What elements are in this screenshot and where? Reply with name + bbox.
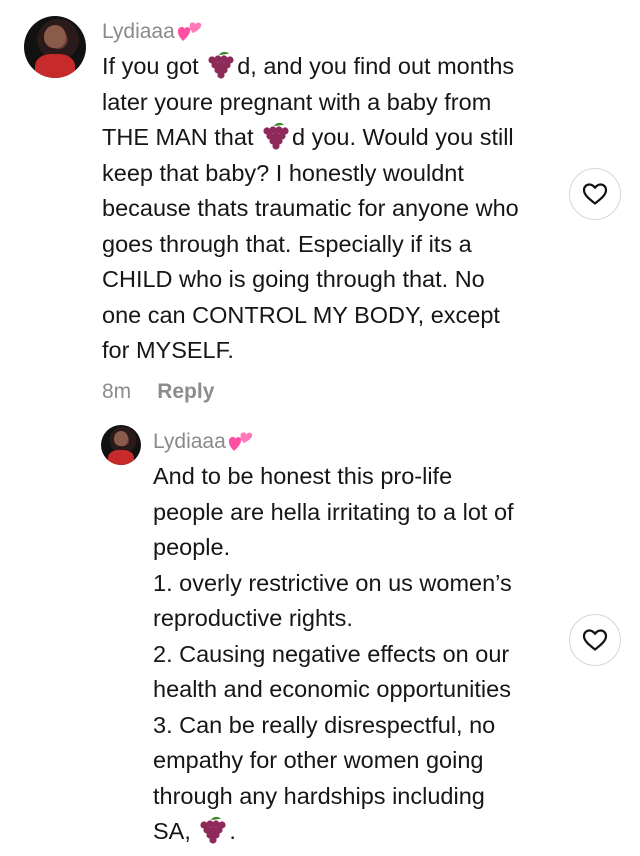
- comment-line: goes through that. Especially if its a: [102, 227, 572, 263]
- reply-body: And to be honest this pro-life people are…: [153, 459, 563, 850]
- grape-emoji: [197, 816, 229, 844]
- comment-line: keep that baby? I honestly wouldnt: [102, 156, 572, 192]
- grape-emoji: [260, 122, 292, 150]
- text-segment: If you got: [102, 53, 206, 79]
- text-segment: for MYSELF.: [102, 337, 234, 363]
- reply-line: empathy for other women going: [153, 743, 563, 779]
- pink-hearts-emoji: [228, 431, 254, 453]
- reply-line: reproductive rights.: [153, 601, 563, 637]
- text-segment: through any hardships including: [153, 782, 485, 809]
- heart-outline-icon: [582, 183, 608, 205]
- like-button[interactable]: [569, 614, 621, 666]
- text-segment: because thats traumatic for anyone who: [102, 195, 519, 221]
- comment-line: for MYSELF.: [102, 333, 572, 369]
- reply-line: health and economic opportunities: [153, 672, 563, 708]
- comment-line: one can CONTROL MY BODY, except: [102, 298, 572, 334]
- comment-body: If you got d, and you find out months lat…: [102, 49, 572, 369]
- text-segment: goes through that. Especially if its a: [102, 230, 472, 257]
- reply-comment: Lydiaaa And to be honest this pro-life pe…: [0, 420, 640, 856]
- pink-hearts-emoji: [177, 21, 203, 43]
- text-segment: empathy for other women going: [153, 747, 484, 773]
- reply-line: people are hella irritating to a lot of: [153, 495, 563, 531]
- text-segment: one can CONTROL MY BODY, except: [102, 301, 500, 328]
- like-button[interactable]: [569, 168, 621, 220]
- reply-line: And to be honest this pro-life: [153, 459, 563, 495]
- comment: Lydiaaa If you got d, and you find out m…: [0, 0, 640, 420]
- text-segment: later youre pregnant with a baby from: [102, 88, 492, 115]
- reply-line: through any hardships including: [153, 779, 563, 815]
- comment-line: If you got d, and you find out months: [102, 49, 572, 85]
- comment-line: because thats traumatic for anyone who: [102, 191, 572, 227]
- heart-outline-icon: [582, 629, 608, 651]
- reply-line: people.: [153, 530, 563, 566]
- comment-line: CHILD who is going through that. No: [102, 262, 572, 298]
- text-segment: SA,: [153, 818, 198, 844]
- text-segment: 2. Causing negative effects on our: [153, 640, 510, 667]
- text-segment: d, and you find out months: [237, 53, 515, 79]
- text-segment: 1. overly restrictive on us women’s: [153, 569, 512, 596]
- comment-line: THE MAN that d you. Would you still: [102, 120, 572, 156]
- text-segment: THE MAN that: [102, 124, 261, 150]
- avatar[interactable]: [24, 16, 86, 78]
- comment-username[interactable]: Lydiaaa: [102, 20, 203, 44]
- text-segment: And to be honest this pro-life: [153, 463, 453, 489]
- text-segment: d you. Would you still: [292, 124, 514, 150]
- text-segment: people.: [153, 534, 231, 560]
- text-segment: CHILD who is going through that. No: [102, 266, 485, 292]
- reply-username[interactable]: Lydiaaa: [153, 430, 254, 454]
- text-segment: reproductive rights.: [153, 605, 353, 631]
- text-segment: people are hella irritating to a lot of: [153, 498, 514, 525]
- comment-time: 8m: [102, 380, 132, 403]
- reply-button[interactable]: Reply: [157, 380, 214, 404]
- text-segment: 3. Can be really disrespectful, no: [153, 711, 496, 738]
- avatar[interactable]: [101, 425, 141, 465]
- reply-line: 1. overly restrictive on us women’s: [153, 566, 563, 602]
- username-text: Lydiaaa: [102, 20, 175, 43]
- comment-meta: 8m Reply: [102, 380, 214, 404]
- comment-line: later youre pregnant with a baby from: [102, 85, 572, 121]
- text-segment: .: [229, 818, 236, 844]
- reply-line: 3. Can be really disrespectful, no: [153, 708, 563, 744]
- grape-emoji: [205, 51, 237, 79]
- reply-line: 2. Causing negative effects on our: [153, 637, 563, 673]
- text-segment: keep that baby? I honestly wouldnt: [102, 159, 464, 186]
- username-text: Lydiaaa: [153, 430, 226, 453]
- reply-line: SA, .: [153, 814, 563, 850]
- text-segment: health and economic opportunities: [153, 676, 511, 702]
